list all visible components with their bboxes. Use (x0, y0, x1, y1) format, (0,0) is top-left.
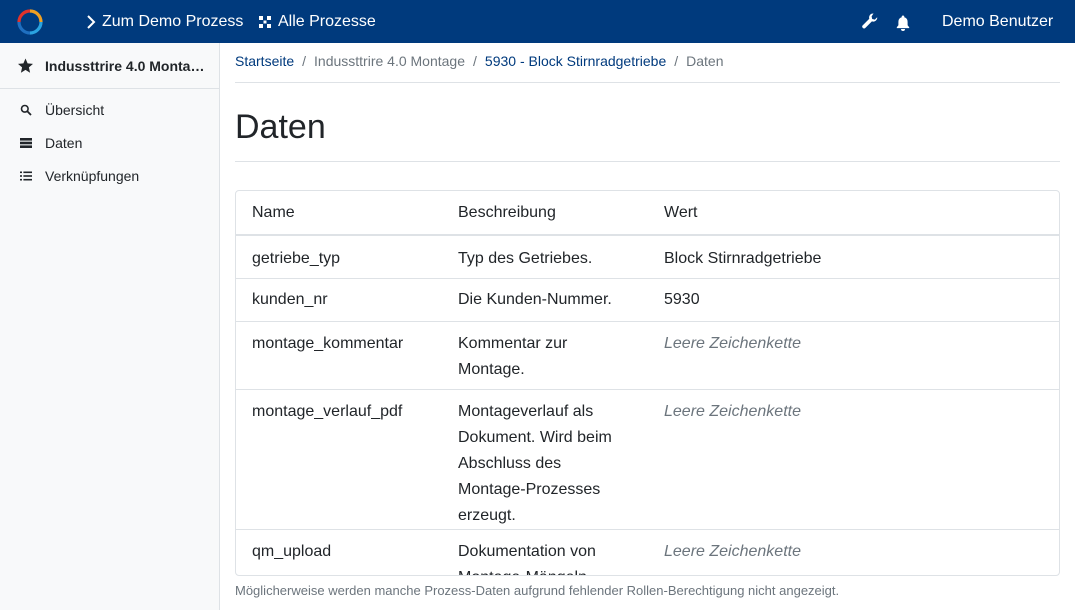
sidebar-item-overview[interactable]: Übersicht (0, 93, 219, 126)
cell-value-empty: Leere Zeichenkette (648, 321, 1059, 390)
cell-name: qm_upload (252, 542, 332, 560)
table-row: montage_verlauf_pdf Montageverlauf als D… (236, 389, 1059, 530)
title-divider (235, 161, 1060, 162)
column-header-value: Wert (648, 191, 1059, 236)
cell-description: Die Kunden-Nummer. (442, 278, 648, 322)
cell-description: Kommentar zur Montage. (442, 321, 648, 390)
breadcrumb: Startseite / Indussttrire 4.0 Montage / … (235, 53, 1060, 83)
sidebar: Indussttrire 4.0 Montage Übersicht Daten… (0, 43, 220, 610)
cell-description: Montageverlauf als Dokument. Wird beim A… (442, 389, 648, 530)
breadcrumb-home[interactable]: Startseite (235, 53, 294, 69)
cell-description: Typ des Getriebes. (442, 235, 648, 279)
sidebar-item-label: Verknüpfungen (45, 167, 140, 184)
breadcrumb-separator: / (302, 53, 307, 69)
user-menu[interactable]: Demo Benutzer (942, 0, 1053, 43)
wrench-icon[interactable] (861, 12, 879, 30)
cell-description: Dokumentation von Montage-Mängeln. (458, 542, 596, 576)
sidebar-process-title[interactable]: Indussttrire 4.0 Montage (0, 43, 219, 89)
chevron-right-icon (87, 14, 96, 29)
star-icon (18, 58, 33, 73)
cell-name: montage_verlauf_pdf (236, 389, 442, 530)
cell-name: kunden_nr (236, 278, 442, 322)
breadcrumb-process: Indussttrire 4.0 Montage (314, 53, 466, 69)
table-row: kunden_nr Die Kunden-Nummer. 5930 (236, 278, 1059, 322)
sidebar-item-label: Daten (45, 134, 83, 151)
sidebar-item-links[interactable]: Verknüpfungen (0, 159, 219, 192)
search-icon (20, 104, 32, 116)
list-icon (20, 171, 32, 180)
user-name: Demo Benutzer (942, 12, 1054, 30)
cell-value: 5930 (648, 278, 1059, 322)
breadcrumb-instance[interactable]: 5930 - Block Stirnradgetriebe (485, 53, 666, 69)
breadcrumb-current: Daten (686, 53, 724, 69)
sidebar-item-label: Übersicht (45, 101, 105, 118)
table-row: montage_kommentar Kommentar zur Montage.… (236, 321, 1059, 390)
permission-footnote: Möglicherweise werden manche Prozess-Dat… (235, 583, 840, 598)
sidebar-item-data[interactable]: Daten (0, 126, 219, 159)
nav-demo-process[interactable]: Zum Demo Prozess (86, 0, 243, 43)
cell-value: Block Stirnradgetriebe (648, 235, 1059, 279)
breadcrumb-separator: / (674, 53, 679, 69)
nav-demo-label: Zum Demo Prozess (102, 12, 244, 30)
cell-name: montage_kommentar (236, 321, 442, 390)
cell-name: getriebe_typ (236, 235, 442, 279)
bell-icon[interactable] (894, 14, 912, 32)
cell-value-empty: Leere Zeichenkette (648, 389, 1059, 530)
sitemap-icon (259, 15, 271, 28)
database-icon (20, 137, 32, 148)
page-title: Daten (235, 108, 326, 146)
column-header-name: Name (236, 191, 442, 236)
column-header-description: Beschreibung (442, 191, 648, 236)
breadcrumb-separator: / (473, 53, 477, 69)
table-header-row: Name Beschreibung Wert (236, 191, 1059, 236)
table-row: getriebe_typ Typ des Getriebes. Block St… (236, 235, 1059, 279)
nav-all-label: Alle Prozesse (278, 12, 376, 30)
sidebar-title-label: Indussttrire 4.0 Montage (45, 57, 205, 74)
top-navbar: Zum Demo Prozess Alle Prozesse Demo Benu… (0, 0, 1075, 43)
data-table: Name Beschreibung Wert getriebe_typ Typ … (235, 190, 1060, 576)
table-row: qm_upload Dokumentation von Montage-Mäng… (236, 529, 1059, 576)
process-ring-logo[interactable] (17, 9, 43, 35)
nav-all-processes[interactable]: Alle Prozesse (258, 0, 376, 43)
cell-value-empty: Leere Zeichenkette (664, 542, 801, 560)
